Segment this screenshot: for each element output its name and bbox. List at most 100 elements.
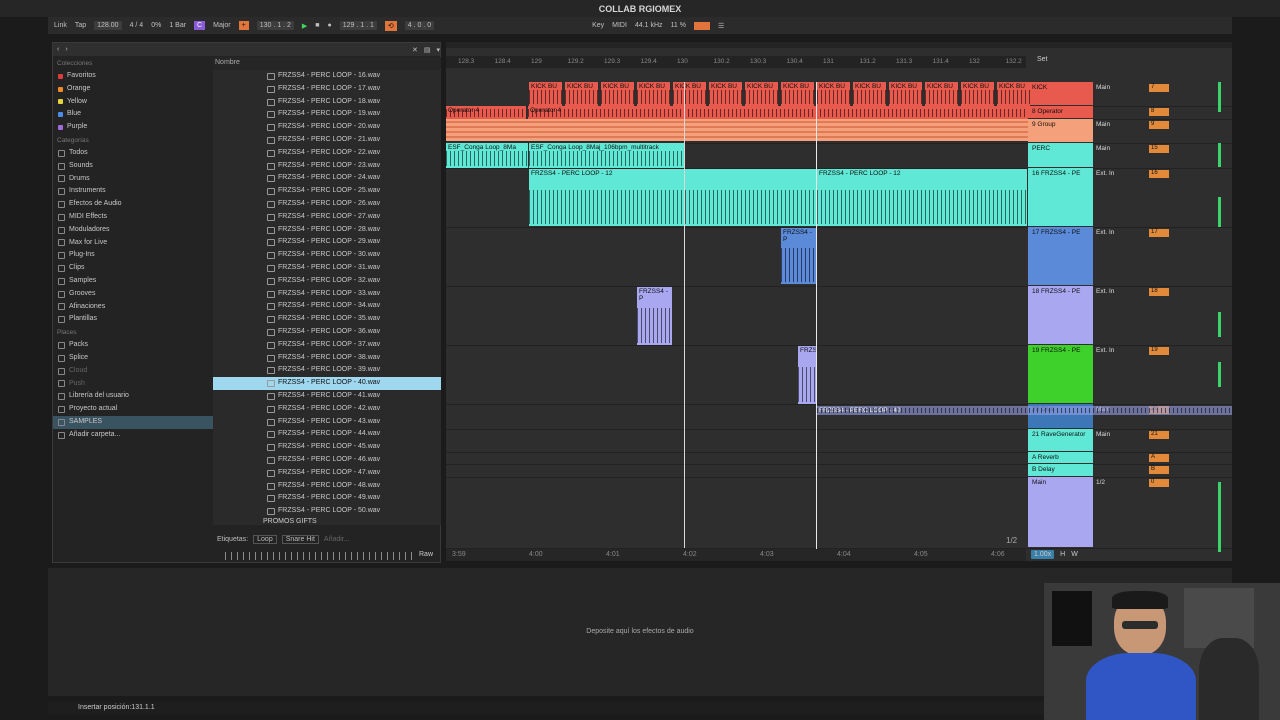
category-item[interactable]: Drums <box>53 173 213 186</box>
track-number[interactable]: 8 <box>1149 108 1169 116</box>
track-number[interactable]: 9 <box>1149 121 1169 129</box>
operator-clip[interactable]: Operator 4 <box>446 106 526 119</box>
file-item[interactable]: FRZSS4 - PERC LOOP - 22.wav <box>213 147 441 160</box>
file-item[interactable]: FRZSS4 - PERC LOOP - 32.wav <box>213 275 441 288</box>
file-item[interactable]: FRZSS4 - PERC LOOP - 16.wav <box>213 70 441 83</box>
collection-item[interactable]: Yellow <box>53 96 213 109</box>
file-item[interactable]: FRZSS4 - PERC LOOP - 47.wav <box>213 467 441 480</box>
track-header[interactable]: 19 FRZSS4 - PE <box>1028 345 1093 403</box>
kick-clip[interactable]: KICK BU <box>565 82 598 106</box>
tag-add[interactable]: Añadir... <box>324 536 350 543</box>
kick-clip[interactable]: KICK BU <box>961 82 994 106</box>
track-routing[interactable]: Ext. In <box>1096 347 1141 354</box>
dropdown-icon[interactable]: ▾ <box>436 46 440 54</box>
preview-waveform[interactable] <box>225 552 415 560</box>
file-item[interactable]: FRZSS4 - PERC LOOP - 45.wav <box>213 441 441 454</box>
track-number[interactable]: B <box>1149 466 1169 474</box>
perc-clip-18[interactable]: FRZSS4 - P <box>637 287 672 345</box>
group-clip[interactable] <box>446 119 1028 141</box>
track-header[interactable]: 8 Operator <box>1028 106 1093 118</box>
file-item[interactable]: FRZSS4 - PERC LOOP - 40.wav <box>213 377 441 390</box>
track-number[interactable]: 19 <box>1149 347 1169 355</box>
stop-icon[interactable]: ■ <box>315 22 319 29</box>
song-position[interactable]: 130 . 1 . 2 <box>256 21 294 30</box>
track-number[interactable]: 7 <box>1149 84 1169 92</box>
kick-clip[interactable]: KICK BU <box>529 82 562 106</box>
track-header[interactable]: 9 Group <box>1028 119 1093 142</box>
track-number[interactable]: 0 <box>1149 479 1169 487</box>
category-item[interactable]: Todos <box>53 147 213 160</box>
kick-clip[interactable]: KICK BU <box>997 82 1030 106</box>
h-button[interactable]: H <box>1060 551 1065 558</box>
track-routing[interactable]: Main <box>1096 121 1141 128</box>
file-item[interactable]: FRZSS4 - PERC LOOP - 38.wav <box>213 352 441 365</box>
track-routing[interactable]: Main <box>1096 145 1141 152</box>
track-header[interactable]: KICK <box>1028 82 1093 105</box>
collection-item[interactable]: Purple <box>53 121 213 134</box>
kick-clip[interactable]: KICK BU <box>817 82 850 106</box>
category-item[interactable]: MIDI Effects <box>53 211 213 224</box>
filter-icon[interactable]: ▤ <box>424 46 431 54</box>
category-item[interactable]: Clips <box>53 262 213 275</box>
track-routing[interactable]: Main <box>1096 84 1141 91</box>
perc-clip-19[interactable]: FRZS <box>798 346 816 404</box>
file-item[interactable]: FRZSS4 - PERC LOOP - 43.wav <box>213 416 441 429</box>
track-routing[interactable]: 1/2 <box>1096 479 1141 486</box>
perc-clip-17[interactable]: FRZSS4 - P <box>781 228 816 284</box>
place-item[interactable]: Añadir carpeta... <box>53 429 213 442</box>
kick-clip[interactable]: KICK BU <box>781 82 814 106</box>
collection-item[interactable]: Orange <box>53 83 213 96</box>
menu-icon[interactable]: ☰ <box>718 22 724 30</box>
kick-clip[interactable]: KICK BU <box>745 82 778 106</box>
kick-clip[interactable]: KICK BU <box>673 82 706 106</box>
loop-icon[interactable]: ⟲ <box>384 20 397 31</box>
file-item[interactable]: FRZSS4 - PERC LOOP - 19.wav <box>213 108 441 121</box>
file-item[interactable]: FRZSS4 - PERC LOOP - 20.wav <box>213 121 441 134</box>
file-item[interactable]: FRZSS4 - PERC LOOP - 36.wav <box>213 326 441 339</box>
key-map-button[interactable]: Key <box>592 22 604 29</box>
track-header[interactable]: B Delay <box>1028 464 1093 476</box>
file-item[interactable]: FRZSS4 - PERC LOOP - 48.wav <box>213 480 441 493</box>
file-item[interactable]: FRZSS4 - PERC LOOP - 37.wav <box>213 339 441 352</box>
midi-map-button[interactable]: MIDI <box>612 22 627 29</box>
kick-clip[interactable]: KICK BU <box>853 82 886 106</box>
scale-root[interactable]: C <box>194 21 206 30</box>
file-item[interactable]: FRZSS4 - PERC LOOP - 46.wav <box>213 454 441 467</box>
play-icon[interactable]: ▶ <box>302 22 307 30</box>
category-item[interactable]: Afinaciones <box>53 301 213 314</box>
file-item[interactable]: FRZSS4 - PERC LOOP - 33.wav <box>213 288 441 301</box>
file-item[interactable]: FRZSS4 - PERC LOOP - 30.wav <box>213 249 441 262</box>
zoom-value[interactable]: 1.00x <box>1031 550 1055 559</box>
preview-bar[interactable]: Raw <box>213 549 441 563</box>
conga-clip[interactable]: ESF_Conga Loop_8Maj_106bpm_multitrack <box>529 143 684 168</box>
w-button[interactable]: W <box>1071 551 1078 558</box>
category-item[interactable]: Grooves <box>53 288 213 301</box>
file-item[interactable]: FRZSS4 - PERC LOOP - 28.wav <box>213 224 441 237</box>
track-header[interactable]: 16 FRZSS4 - PE <box>1028 168 1093 226</box>
track-number[interactable]: 16 <box>1149 170 1169 178</box>
tag-snare-hit[interactable]: Snare Hit <box>281 534 319 544</box>
operator-clip[interactable]: Operator 4 <box>528 106 1028 119</box>
category-item[interactable]: Efectos de Audio <box>53 198 213 211</box>
kick-clip[interactable]: KICK BU <box>601 82 634 106</box>
file-item[interactable]: FRZSS4 - PERC LOOP - 27.wav <box>213 211 441 224</box>
file-item[interactable]: FRZSS4 - PERC LOOP - 31.wav <box>213 262 441 275</box>
conga-clip[interactable]: ESF_Conga Loop_8Ma <box>446 143 528 168</box>
place-item[interactable]: Cloud <box>53 365 213 378</box>
column-header[interactable]: Nombre <box>213 57 441 69</box>
file-item[interactable]: FRZSS4 - PERC LOOP - 49.wav <box>213 492 441 505</box>
tag-loop[interactable]: Loop <box>253 534 277 544</box>
file-item[interactable]: FRZSS4 - PERC LOOP - 21.wav <box>213 134 441 147</box>
track-header[interactable]: 21 RaveGenerator <box>1028 429 1093 451</box>
file-item[interactable]: FRZSS4 - PERC LOOP - 25.wav <box>213 185 441 198</box>
perc-loop-12-clip[interactable]: FRZSS4 - PERC LOOP - 12 <box>817 169 1027 226</box>
track-routing[interactable]: Main <box>1096 431 1141 438</box>
raw-button[interactable]: Raw <box>419 551 433 558</box>
place-item[interactable]: Splice <box>53 352 213 365</box>
collection-item[interactable]: Favoritos <box>53 70 213 83</box>
close-search-icon[interactable]: ✕ <box>412 46 418 54</box>
file-item[interactable]: FRZSS4 - PERC LOOP - 24.wav <box>213 172 441 185</box>
file-item[interactable]: FRZSS4 - PERC LOOP - 39.wav <box>213 364 441 377</box>
file-item[interactable]: FRZSS4 - PERC LOOP - 18.wav <box>213 96 441 109</box>
track-header[interactable]: Main <box>1028 477 1093 547</box>
